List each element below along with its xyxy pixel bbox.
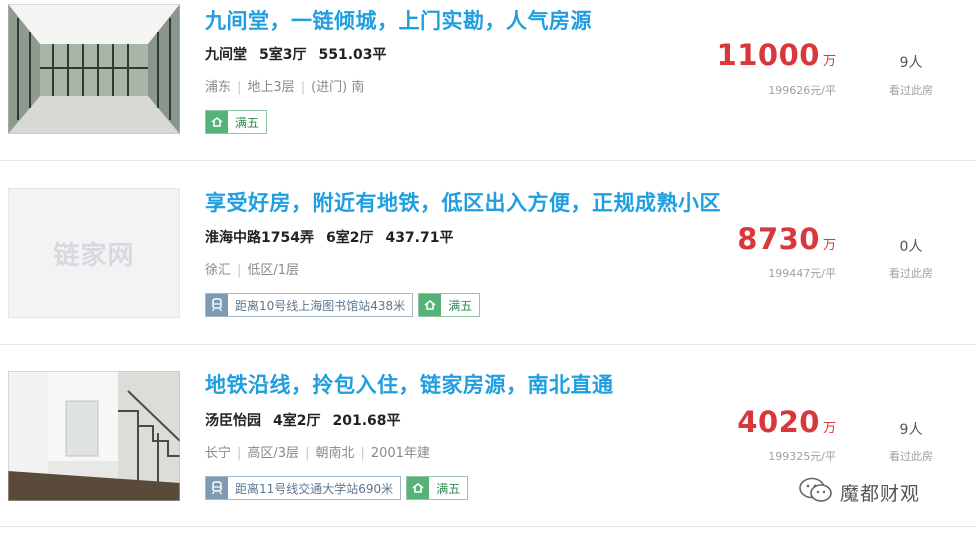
district[interactable]: 浦东 (205, 80, 231, 95)
build-year: 2001年建 (370, 446, 430, 461)
price-unit: 万 (822, 238, 836, 253)
total-price: 4020 万 (700, 405, 836, 439)
view-count-label: 看过此房 (889, 267, 933, 280)
district[interactable]: 徐汇 (205, 263, 231, 278)
floor-area: 437.71平 (385, 230, 454, 246)
listing-title[interactable]: 九间堂，一链倾城，上门实勘，人气房源 (205, 5, 592, 35)
floor-info: 低区/1层 (247, 263, 300, 278)
view-count: 9人 (899, 55, 923, 71)
view-count: 9人 (899, 422, 923, 438)
tag-label: 满五 (235, 115, 260, 130)
view-count-label: 看过此房 (889, 450, 933, 463)
listing-photo-placeholder[interactable]: 链家网 (8, 188, 180, 318)
subway-distance: 距离11号线交通大学站690米 (235, 481, 394, 496)
unit-price: 199325元/平 (768, 450, 836, 463)
listing-summary: 淮海中路1754弄 6室2厅 437.71平 (205, 227, 465, 247)
listing-photo[interactable] (8, 371, 180, 501)
floor-info: 高区/3层 (247, 446, 300, 461)
tag-row: 距离11号线交通大学站690米 满五 (205, 476, 469, 500)
divider (0, 344, 976, 345)
price-value: 4020 (737, 405, 820, 439)
community-name[interactable]: 汤臣怡园 (205, 413, 261, 429)
tag-subway: 距离10号线上海图书馆站438米 (205, 293, 414, 317)
house-icon (419, 294, 442, 316)
unit-price: 199447元/平 (768, 267, 836, 280)
listing-title[interactable]: 地铁沿线，拎包入住，链家房源，南北直通 (205, 369, 614, 399)
tag-row: 满五 (205, 110, 268, 134)
watermark: 魔都财观 (798, 476, 920, 508)
view-count: 0人 (899, 239, 923, 255)
divider (0, 526, 976, 527)
floor-area: 551.03平 (318, 47, 387, 63)
train-icon (206, 294, 228, 316)
total-price: 8730 万 (700, 222, 836, 256)
tag-row: 距离10号线上海图书馆站438米 满五 (205, 293, 481, 317)
house-icon (407, 477, 430, 499)
listing-title[interactable]: 享受好房，附近有地铁，低区出入方便，正规成熟小区 (205, 187, 721, 217)
listing-photo[interactable] (8, 4, 180, 134)
price-unit: 万 (822, 421, 836, 436)
watermark-text: 魔都财观 (840, 482, 921, 505)
listing-meta: 长宁 | 高区/3层 | 朝南北 | 2001年建 (205, 446, 430, 461)
train-icon (206, 477, 228, 499)
unit-price: 199626元/平 (768, 84, 836, 97)
listing-meta: 浦东 | 地上3层 | (进门) 南 (205, 80, 365, 95)
district[interactable]: 长宁 (205, 446, 231, 461)
tag-label: 满五 (436, 481, 461, 496)
room-layout: 6室2厅 (325, 230, 374, 246)
tag-subway: 距离11号线交通大学站690米 (205, 476, 402, 500)
room-layout: 4室2厅 (273, 413, 321, 429)
view-count-label: 看过此房 (889, 84, 933, 97)
floor-area: 201.68平 (332, 413, 401, 429)
listing-summary: 九间堂 5室3厅 551.03平 (205, 44, 399, 64)
tag-five-year: 满五 (406, 476, 469, 500)
total-price: 11000 万 (700, 38, 836, 72)
orientation: (进门) 南 (311, 80, 365, 95)
tag-label: 满五 (448, 298, 473, 313)
community-name[interactable]: 淮海中路1754弄 (205, 230, 314, 246)
community-name[interactable]: 九间堂 (205, 47, 247, 63)
house-icon (206, 111, 228, 133)
price-value: 8730 (737, 222, 820, 256)
wechat-icon (798, 476, 834, 508)
price-value: 11000 (716, 38, 820, 72)
tag-five-year: 满五 (205, 110, 268, 134)
floor-info: 地上3层 (247, 80, 295, 95)
room-layout: 5室3厅 (259, 47, 307, 63)
tag-five-year: 满五 (418, 293, 481, 317)
price-unit: 万 (822, 54, 836, 69)
placeholder-logo-text: 链家网 (53, 240, 135, 271)
subway-distance: 距离10号线上海图书馆站438米 (235, 298, 406, 313)
divider (0, 160, 976, 161)
listing-summary: 汤臣怡园 4室2厅 201.68平 (205, 410, 413, 430)
orientation: 朝南北 (315, 446, 355, 461)
listing-meta: 徐汇 | 低区/1层 (205, 263, 300, 278)
